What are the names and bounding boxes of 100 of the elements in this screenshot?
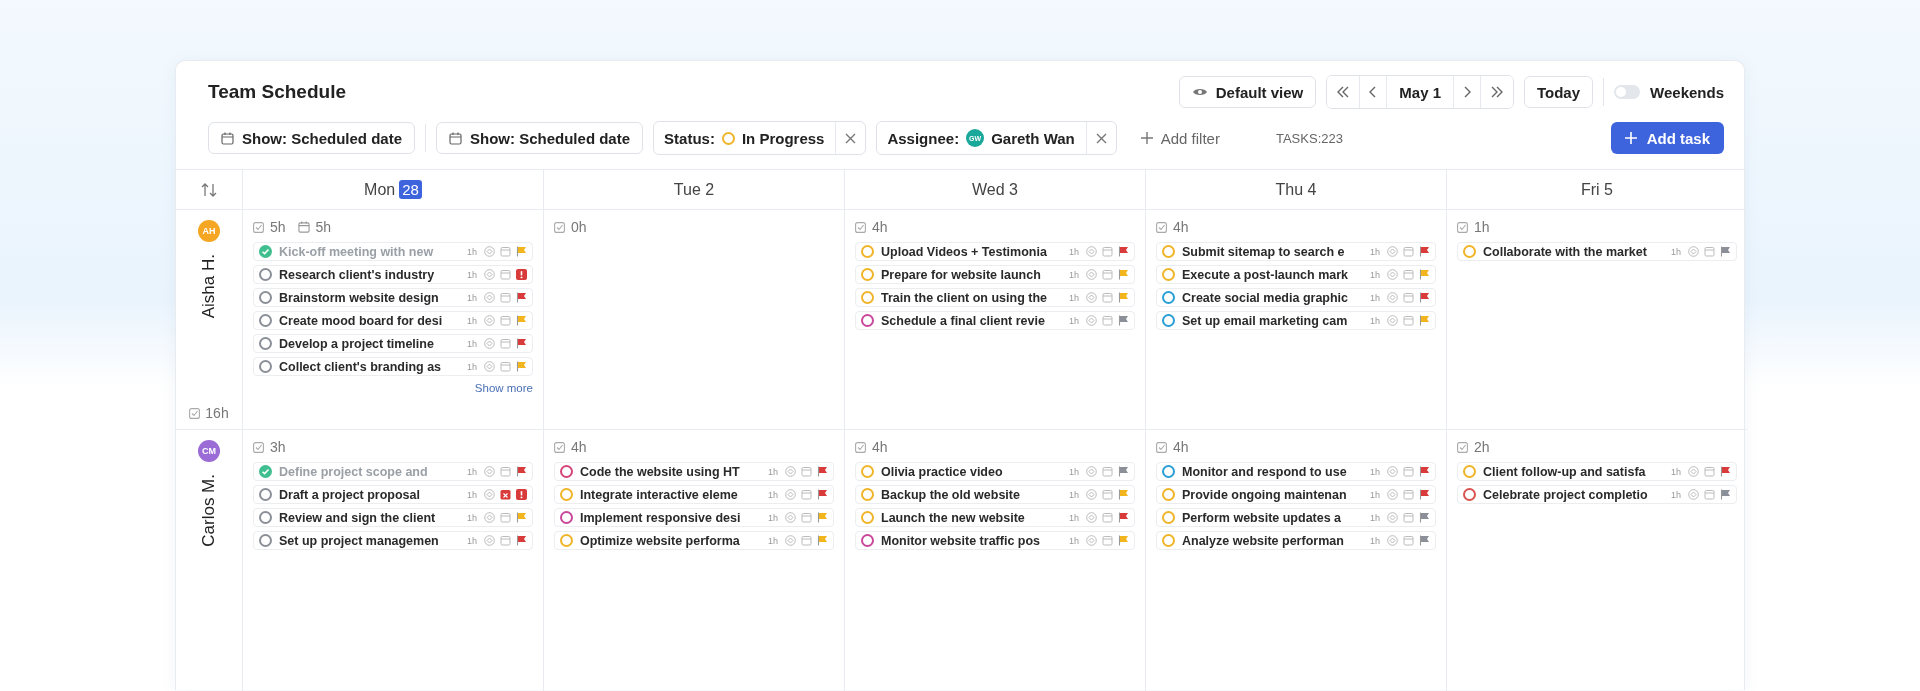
target-icon [1688,246,1699,257]
task-card[interactable]: Collect client's branding as 1h [253,357,533,376]
target-icon [1086,535,1097,546]
day-header: Tue 2 [673,180,715,199]
task-card[interactable]: Review and sign the client 1h [253,508,533,527]
task-card[interactable]: Submit sitemap to search e 1h [1156,242,1436,261]
task-card[interactable]: Train the client on using the 1h [855,288,1135,307]
task-title: Prepare for website launch [881,267,1042,282]
target-icon [1086,292,1097,303]
task-card[interactable]: Provide ongoing maintenan 1h [1156,485,1436,504]
hours-total: 5h [270,219,286,235]
time-estimate: 1h [1370,535,1380,546]
time-estimate: 1h [1069,535,1079,546]
target-icon [484,246,495,257]
show-more-link[interactable]: Show more [474,382,533,394]
target-icon [1387,315,1398,326]
person-name: Aisha H. [199,254,219,319]
task-title: Research client's industry [279,267,436,282]
eye-icon [1191,86,1208,98]
time-estimate: 1h [1069,512,1079,523]
task-card[interactable]: Code the website using HT 1h [554,462,834,481]
add-task-button[interactable]: Add task [1610,122,1724,154]
date-filter-button[interactable]: Show: Scheduled date [436,122,644,154]
task-card[interactable]: Implement responsive desi 1h [554,508,834,527]
task-title: Create mood board for desi [279,313,444,328]
day-header: Fri 5 [1581,180,1613,199]
today-button[interactable]: Today [1524,76,1594,108]
task-title: Brainstorm website design [279,290,440,305]
view-button[interactable]: Default view [1178,76,1317,108]
task-card[interactable]: Execute a post-launch mark 1h [1156,265,1436,284]
task-card[interactable]: Set up email marketing cam 1h [1156,311,1436,330]
hours-total: 1h [1474,219,1490,235]
time-estimate: 1h [1069,292,1079,303]
task-card[interactable]: Schedule a final client revie 1h [855,311,1135,330]
task-title: Launch the new website [881,510,1026,525]
task-card[interactable]: Analyze website performan 1h [1156,531,1436,550]
target-icon [1086,489,1097,500]
time-estimate: 1h [467,512,477,523]
task-count: TASKS:223 [1275,130,1343,146]
last-page-button[interactable] [1480,76,1513,108]
task-card[interactable]: Monitor and respond to use 1h [1156,462,1436,481]
time-estimate: 1h [467,292,477,303]
target-icon [1086,269,1097,280]
task-card[interactable]: Brainstorm website design 1h [253,288,533,307]
time-estimate: 1h [1370,292,1380,303]
plus-icon [1624,132,1637,144]
task-title: Submit sitemap to search e [1182,244,1346,259]
task-card[interactable]: Backup the old website 1h [855,485,1135,504]
task-card[interactable]: Develop a project timeline 1h [253,334,533,353]
task-title: Collaborate with the market [1483,244,1648,259]
task-title: Create social media graphic [1182,290,1350,305]
time-estimate: 1h [467,489,477,500]
task-title: Optimize website performa [580,533,741,548]
task-card[interactable]: Prepare for website launch 1h [855,265,1135,284]
task-title: Collect client's branding as [279,359,443,374]
task-card[interactable]: Client follow-up and satisfa 1h [1457,462,1737,481]
target-icon [484,292,495,303]
close-icon[interactable] [845,132,857,144]
weekends-toggle[interactable] [1614,85,1641,99]
time-estimate: 1h [1370,489,1380,500]
task-card[interactable]: Upload Videos + Testimonia 1h [855,242,1135,261]
weekends-label: Weekends [1650,83,1724,101]
time-estimate: 1h [768,512,778,523]
chevron-right-icon [1463,86,1471,98]
status-filter[interactable]: Status: In Progress [653,121,867,155]
task-card[interactable]: Monitor website traffic pos 1h [855,531,1135,550]
checkbox-icon [253,441,264,453]
task-card[interactable]: Create social media graphic 1h [1156,288,1436,307]
date-filter-button[interactable]: Show: Scheduled date [208,122,416,154]
task-title: Set up email marketing cam [1182,313,1349,328]
chevron-left-icon [1369,86,1378,98]
time-estimate: 1h [467,269,477,280]
task-card[interactable]: Celebrate project completio 1h [1457,485,1737,504]
target-icon [1086,315,1097,326]
add-filter-button[interactable]: Add filter [1134,128,1226,148]
task-title: Client follow-up and satisfa [1483,464,1647,479]
target-icon [785,535,796,546]
target-icon [484,466,495,477]
hours-total: 0h [571,219,587,235]
time-estimate: 1h [1370,466,1380,477]
task-card[interactable]: Olivia practice video 1h [855,462,1135,481]
task-card[interactable]: Set up project managemen 1h [253,531,533,550]
task-card[interactable]: Draft a project proposal 1h [253,485,533,504]
close-icon[interactable] [1095,132,1107,144]
plus-icon [1140,132,1153,144]
target-icon [1086,246,1097,257]
task-card[interactable]: Collaborate with the market 1h [1457,242,1737,261]
sort-icon[interactable] [201,182,217,197]
task-title: Kick-off meeting with new [279,244,435,259]
task-card[interactable]: Perform website updates a 1h [1156,508,1436,527]
time-estimate: 1h [1370,315,1380,326]
task-card[interactable]: Integrate interactive eleme 1h [554,485,834,504]
time-estimate: 1h [768,535,778,546]
task-card[interactable]: Optimize website performa 1h [554,531,834,550]
target-icon [1387,246,1398,257]
task-card[interactable]: Research client's industry 1h [253,265,533,284]
day-header: Thu 4 [1275,180,1317,199]
task-card[interactable]: Launch the new website 1h [855,508,1135,527]
task-card[interactable]: Create mood board for desi 1h [253,311,533,330]
checkbox-icon [855,441,866,453]
